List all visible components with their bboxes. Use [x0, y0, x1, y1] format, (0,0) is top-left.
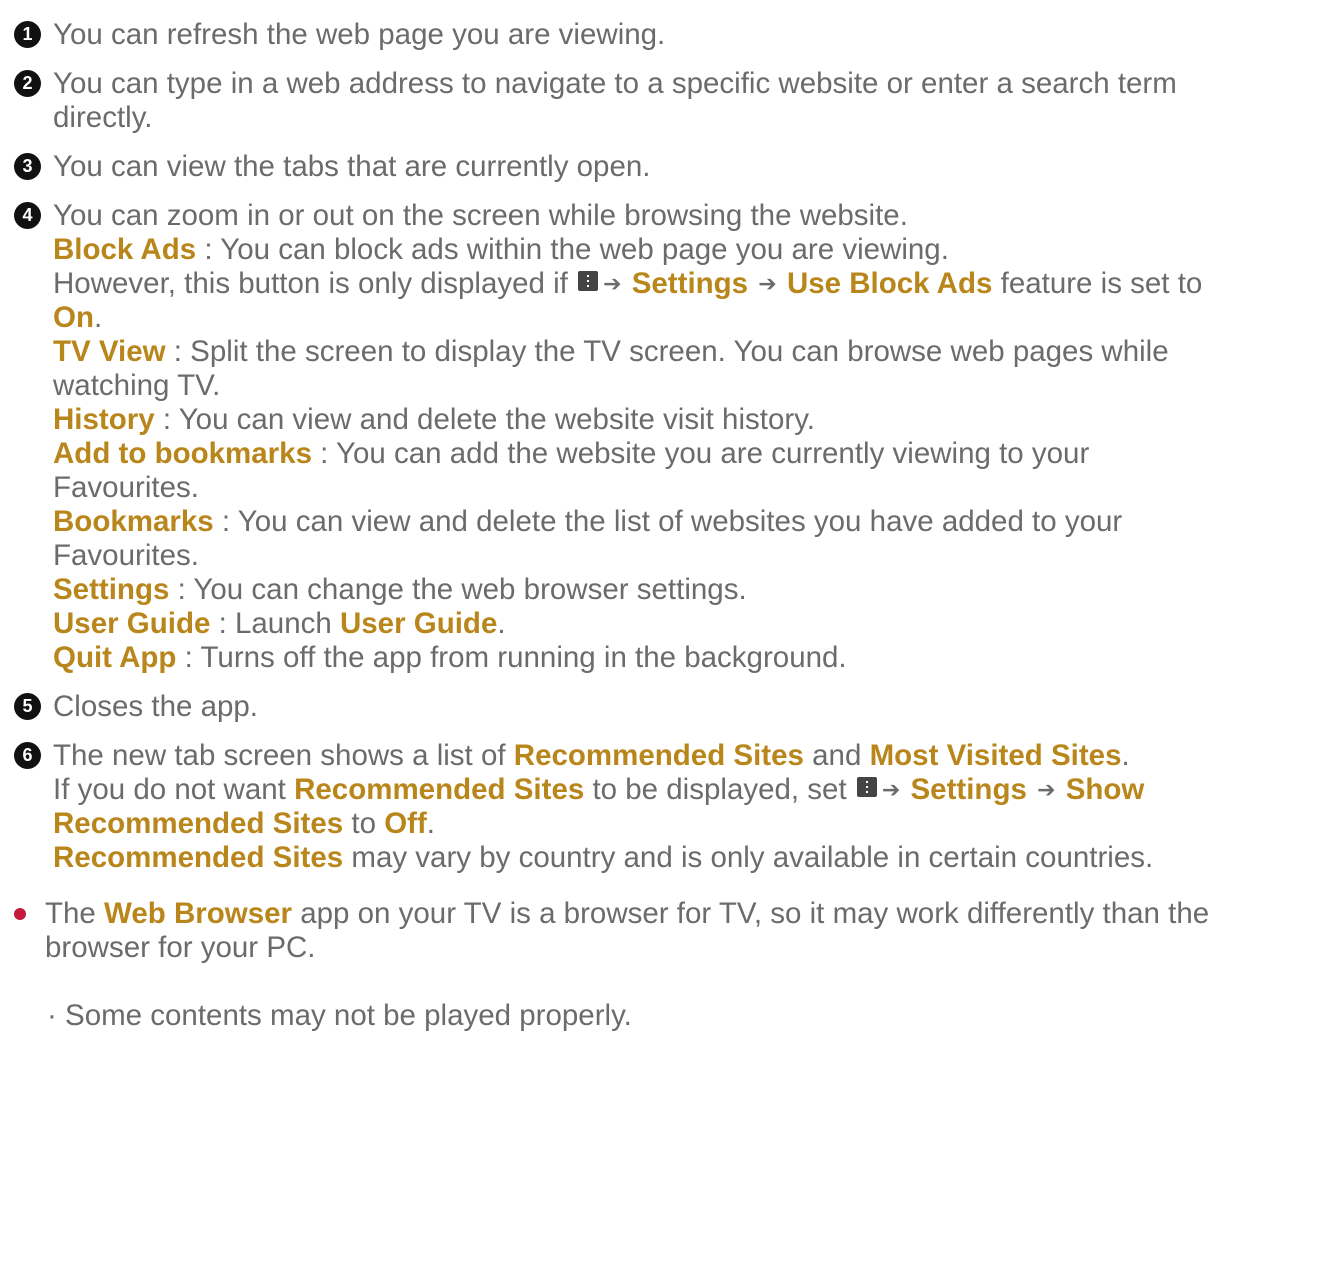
menu-history: History : You can view and delete the we…	[53, 403, 1330, 437]
on-label: On	[53, 301, 94, 334]
number-badge-6: 6	[14, 742, 41, 769]
more-menu-icon	[856, 777, 877, 797]
number-badge-3: 3	[14, 153, 41, 180]
menu-tv-view: TV View : Split the screen to display th…	[53, 335, 1330, 369]
number-badge-5: 5	[14, 693, 41, 720]
new-tab-line1: The new tab screen shows a list of Recom…	[53, 739, 1330, 773]
show-label: Show	[1065, 773, 1145, 806]
number-badge-2: 2	[14, 70, 41, 97]
history-desc: : You can view and delete the website vi…	[154, 403, 815, 436]
item-text: You can refresh the web page you are vie…	[53, 18, 666, 51]
text: The	[45, 897, 105, 930]
note-line2: browser for your PC.	[45, 931, 316, 964]
sub-note-text: · Some contents may not be played proper…	[47, 999, 632, 1032]
add-bookmarks-desc-line2: Favourites.	[53, 471, 199, 504]
item-new-tab: 6 The new tab screen shows a list of Rec…	[0, 739, 1330, 875]
user-guide-link: User Guide	[339, 607, 498, 640]
most-visited-sites-label: Most Visited Sites	[869, 739, 1122, 772]
recommended-sites-label: Recommended Sites	[513, 739, 804, 772]
arrow-right-icon: ➔	[1037, 777, 1056, 802]
new-tab-line4: Recommended Sites may vary by country an…	[53, 841, 1330, 875]
menu-bookmarks: Bookmarks : You can view and delete the …	[53, 505, 1330, 539]
item-refresh: 1 You can refresh the web page you are v…	[0, 18, 1330, 52]
quit-app-label: Quit App	[53, 641, 177, 674]
block-ads-condition: However, this button is only displayed i…	[53, 267, 1330, 301]
note-line1: The Web Browser app on your TV is a brow…	[45, 897, 1330, 931]
item-text: You can view the tabs that are currently…	[53, 150, 651, 183]
bullet-dot-icon	[14, 908, 26, 920]
new-tab-line2: If you do not want Recommended Sites to …	[53, 773, 1330, 807]
web-browser-label: Web Browser	[104, 897, 293, 930]
quit-app-desc: : Turns off the app from running in the …	[176, 641, 847, 674]
item-text: You can zoom in or out on the screen whi…	[53, 199, 908, 232]
number-badge-1: 1	[14, 21, 41, 48]
add-bookmarks-label: Add to bookmarks	[53, 437, 312, 470]
text: and	[803, 739, 870, 772]
arrow-right-icon: ➔	[603, 271, 622, 296]
menu-user-guide: User Guide : Launch User Guide.	[53, 607, 1330, 641]
note-web-browser: The Web Browser app on your TV is a brow…	[0, 897, 1330, 965]
period: .	[497, 607, 506, 640]
bookmarks-desc-line2: Favourites.	[53, 539, 199, 572]
arrow-right-icon: ➔	[881, 777, 901, 802]
text: app on your TV is a browser for TV, so i…	[292, 897, 1210, 930]
add-bookmarks-desc: : You can add the website you are curren…	[311, 437, 1090, 470]
text: may vary by country and is only availabl…	[343, 841, 1154, 874]
block-ads-desc: : You can block ads within the web page …	[196, 233, 949, 266]
menu-quit-app: Quit App : Turns off the app from runnin…	[53, 641, 1330, 675]
number-badge-4: 4	[14, 202, 41, 229]
bookmarks-label: Bookmarks	[53, 505, 214, 538]
tv-view-desc-line2: watching TV.	[53, 369, 221, 402]
user-guide-desc: : Launch	[210, 607, 340, 640]
settings-item-label: Settings	[53, 573, 170, 606]
item-close: 5 Closes the app.	[0, 690, 1330, 724]
menu-settings: Settings : You can change the web browse…	[53, 573, 1330, 607]
item-tabs: 3 You can view the tabs that are current…	[0, 150, 1330, 184]
recommended-sites-label: Recommended Sites	[294, 773, 585, 806]
settings-label: Settings	[910, 773, 1027, 806]
menu-block-ads: Block Ads : You can block ads within the…	[53, 233, 1330, 267]
period: .	[426, 807, 435, 840]
item-text: Closes the app.	[53, 690, 258, 723]
off-label: Off	[384, 807, 427, 840]
use-block-ads-label: Use Block Ads	[786, 267, 993, 300]
block-ads-on: On.	[53, 301, 1330, 335]
document-body: 1 You can refresh the web page you are v…	[0, 18, 1330, 1033]
condition-text: However, this button is only displayed i…	[53, 267, 577, 300]
new-tab-line3: Recommended Sites to Off.	[53, 807, 1330, 841]
show-recommended-label: Recommended Sites	[53, 807, 344, 840]
item-text-line1: You can type in a web address to navigat…	[53, 67, 1177, 100]
period: .	[93, 301, 103, 334]
text: The new tab screen shows a list of	[53, 739, 514, 772]
item-address-bar: 2 You can type in a web address to navig…	[0, 67, 1330, 135]
settings-desc: : You can change the web browser setting…	[169, 573, 747, 606]
period: .	[1121, 739, 1130, 772]
menu-add-bookmarks: Add to bookmarks : You can add the websi…	[53, 437, 1330, 471]
recommended-sites-label: Recommended Sites	[53, 841, 344, 874]
arrow-right-icon: ➔	[758, 271, 777, 296]
item-menu: 4 You can zoom in or out on the screen w…	[0, 199, 1330, 675]
text: to	[343, 807, 385, 840]
item-text-line2: directly.	[53, 101, 153, 134]
settings-label: Settings	[631, 267, 749, 300]
user-guide-label: User Guide	[53, 607, 211, 640]
tv-view-label: TV View	[53, 335, 166, 368]
tv-view-desc: : Split the screen to display the TV scr…	[165, 335, 1169, 368]
more-menu-icon	[578, 271, 599, 291]
text: to be displayed, set	[584, 773, 855, 806]
sub-note: · Some contents may not be played proper…	[0, 999, 1330, 1033]
bookmarks-desc: : You can view and delete the list of we…	[213, 505, 1123, 538]
condition-text-end: feature is set to	[992, 267, 1203, 300]
text: If you do not want	[53, 773, 295, 806]
block-ads-label: Block Ads	[53, 233, 197, 266]
history-label: History	[53, 403, 155, 436]
